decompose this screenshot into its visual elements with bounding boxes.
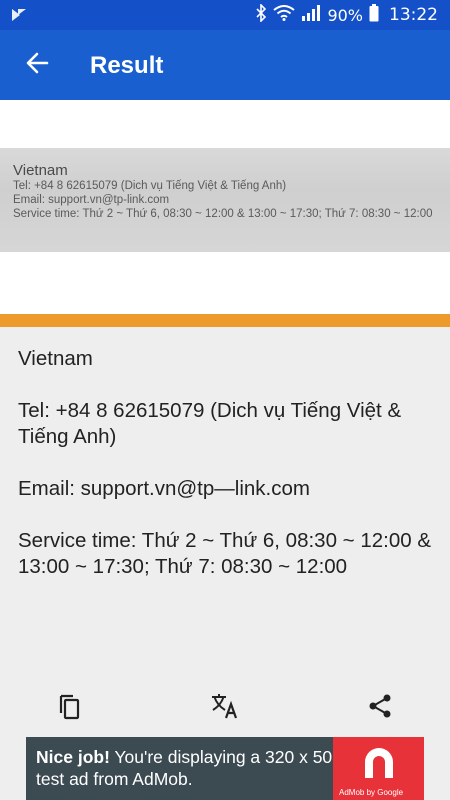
- back-button[interactable]: [20, 48, 54, 82]
- result-paragraph: Tel: +84 8 62615079 (Dich vụ Tiếng Việt …: [18, 399, 402, 448]
- ad-banner[interactable]: Nice job! You're displaying a 320 x 50 t…: [26, 737, 424, 800]
- scanned-line: Email: support.vn@tp-link.com: [13, 194, 170, 206]
- translate-icon: [210, 692, 240, 724]
- result-paragraph: Email: support.vn@tp—link.com: [18, 477, 310, 500]
- page-title: Result: [90, 52, 164, 79]
- share-button[interactable]: [360, 688, 400, 728]
- recognized-text[interactable]: Vietnam Tel: +84 8 62615079 (Dich vụ Tiế…: [18, 346, 438, 606]
- status-indicators: 90% 13:22: [255, 0, 438, 30]
- battery-icon: [369, 4, 379, 26]
- divider: [0, 314, 450, 327]
- scanned-image: Vietnam Tel: +84 8 62615079 (Dich vụ Tiế…: [0, 148, 450, 252]
- wifi-icon: [273, 5, 296, 25]
- copy-button[interactable]: [49, 688, 89, 728]
- signal-icon: [301, 5, 321, 25]
- ad-text: Nice job! You're displaying a 320 x 50 t…: [36, 746, 336, 790]
- image-preview: Vietnam Tel: +84 8 62615079 (Dich vụ Tiế…: [0, 100, 450, 314]
- admob-logo: AdMob by Google: [333, 737, 424, 800]
- ad-caption: AdMob by Google: [339, 788, 404, 797]
- admob-logo-icon: [361, 746, 397, 786]
- status-bar: 90% 13:22: [0, 0, 450, 30]
- bluetooth-icon: [255, 3, 267, 26]
- share-icon: [367, 693, 393, 723]
- scanned-title: Vietnam: [13, 162, 68, 179]
- ad-margin: [0, 737, 26, 800]
- battery-percent: 90%: [327, 5, 363, 25]
- copy-icon: [56, 692, 82, 724]
- scanned-line: Tel: +84 8 62615079 (Dich vụ Tiếng Việt …: [13, 180, 287, 192]
- scanned-line: Service time: Thứ 2 ~ Thứ 6, 08:30 ~ 12:…: [13, 208, 433, 220]
- result-paragraph: Service time: Thứ 2 ~ Thứ 6, 08:30 ~ 12:…: [18, 529, 432, 578]
- clock: 13:22: [389, 5, 438, 25]
- ad-headline: Nice job!: [36, 747, 110, 767]
- app-bar: Result: [0, 30, 450, 100]
- translate-button[interactable]: [205, 688, 245, 728]
- action-bar: [0, 680, 450, 735]
- notification-icon: [10, 6, 28, 24]
- arrow-back-icon: [25, 51, 49, 79]
- result-paragraph: Vietnam: [18, 347, 93, 370]
